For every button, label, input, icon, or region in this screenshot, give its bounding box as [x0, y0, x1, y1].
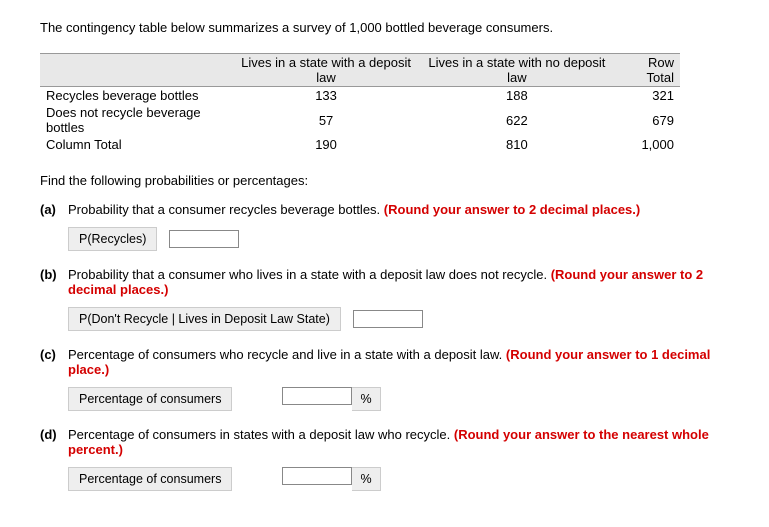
cell: 622 — [420, 104, 614, 136]
cell: 188 — [420, 87, 614, 105]
question-text: Percentage of consumers who recycle and … — [68, 347, 506, 362]
part-c: (c) Percentage of consumers who recycle … — [40, 347, 729, 411]
rounding-instruction: (Round your answer to 2 decimal places.) — [384, 202, 640, 217]
percent-unit: % — [352, 387, 380, 411]
part-marker: (a) — [40, 202, 56, 217]
table-row: Column Total 190 810 1,000 — [40, 136, 680, 153]
answer-input-a[interactable] — [169, 230, 239, 248]
row-label: Column Total — [40, 136, 232, 153]
table-row: Does not recycle beverage bottles 57 622… — [40, 104, 680, 136]
answer-label: Percentage of consumers — [68, 387, 232, 411]
part-a: (a) Probability that a consumer recycles… — [40, 202, 729, 251]
col-header-no-deposit: Lives in a state with no deposit law — [420, 54, 614, 87]
answer-input-c[interactable] — [282, 387, 352, 405]
cell: 190 — [232, 136, 420, 153]
table-row: Recycles beverage bottles 133 188 321 — [40, 87, 680, 105]
part-marker: (d) — [40, 427, 57, 442]
answer-input-b[interactable] — [353, 310, 423, 328]
col-header-deposit: Lives in a state with a deposit law — [232, 54, 420, 87]
cell: 810 — [420, 136, 614, 153]
part-marker: (b) — [40, 267, 57, 282]
row-label: Recycles beverage bottles — [40, 87, 232, 105]
col-header-row-total: Row Total — [614, 54, 680, 87]
cell: 321 — [614, 87, 680, 105]
percent-unit: % — [352, 467, 380, 491]
part-marker: (c) — [40, 347, 56, 362]
cell: 57 — [232, 104, 420, 136]
answer-label: P(Recycles) — [68, 227, 157, 251]
intro-text: The contingency table below summarizes a… — [40, 20, 729, 35]
part-d: (d) Percentage of consumers in states wi… — [40, 427, 729, 491]
contingency-table: Lives in a state with a deposit law Live… — [40, 53, 680, 153]
part-b: (b) Probability that a consumer who live… — [40, 267, 729, 331]
question-text: Probability that a consumer who lives in… — [68, 267, 551, 282]
find-prompt: Find the following probabilities or perc… — [40, 173, 729, 188]
question-text: Probability that a consumer recycles bev… — [68, 202, 384, 217]
answer-label: P(Don't Recycle | Lives in Deposit Law S… — [68, 307, 341, 331]
question-text: Percentage of consumers in states with a… — [68, 427, 454, 442]
answer-label: Percentage of consumers — [68, 467, 232, 491]
table-header-row: Lives in a state with a deposit law Live… — [40, 54, 680, 87]
cell: 133 — [232, 87, 420, 105]
cell: 679 — [614, 104, 680, 136]
row-label: Does not recycle beverage bottles — [40, 104, 232, 136]
cell: 1,000 — [614, 136, 680, 153]
answer-input-d[interactable] — [282, 467, 352, 485]
